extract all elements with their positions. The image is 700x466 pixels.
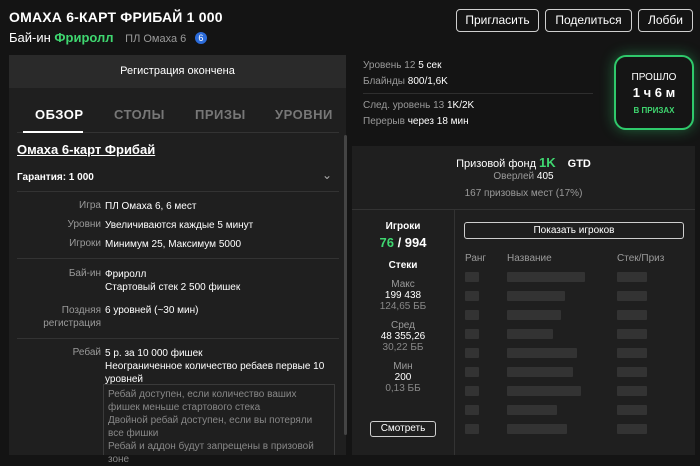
- row-value-rebuy: 5 р. за 10 000 фишек Неограниченное коли…: [105, 348, 325, 385]
- chevron-down-icon[interactable]: ⌄: [322, 168, 332, 182]
- skeleton-cell: [465, 272, 479, 282]
- skeleton-cell: [617, 424, 647, 434]
- row-label-rebuy: Ребай: [72, 347, 101, 358]
- row-label-levels: Уровни: [67, 219, 101, 230]
- skeleton-cell: [465, 348, 479, 358]
- show-players-button[interactable]: Показать игроков: [464, 222, 684, 239]
- skeleton-cell: [507, 348, 577, 358]
- tournament-name: Омаха 6-карт Фрибай: [17, 142, 156, 157]
- skeleton-cell: [617, 405, 647, 415]
- watch-button[interactable]: Смотреть: [370, 421, 436, 437]
- skeleton-cell: [465, 329, 479, 339]
- level-info: Уровень 12 5 сек Блайнды 800/1,6K След. …: [363, 60, 475, 127]
- player-stats: Игроки 76 / 994 Стеки Макс 199 438 124,6…: [352, 221, 454, 394]
- avg-stack: 48 355,26: [380, 331, 426, 342]
- row-value-late-reg: 6 уровней (~30 мин): [105, 305, 199, 316]
- tab-levels[interactable]: УРОВНИ: [275, 107, 333, 122]
- skeleton-cell: [507, 310, 561, 320]
- skeleton-cell: [617, 348, 647, 358]
- row-value-buyin: Фриролл Стартовый стек 2 500 фишек: [105, 269, 241, 293]
- rebuy-note: Ребай доступен, если количество ваших фи…: [103, 384, 335, 465]
- skeleton-cell: [507, 405, 557, 415]
- buyin-line: Бай-ин Фриролл ПЛ Омаха 6 6: [9, 30, 207, 45]
- game-type: ПЛ Омаха 6: [125, 33, 187, 45]
- active-tab-indicator: [23, 131, 83, 133]
- col-rank: Ранг: [465, 253, 487, 264]
- stacks-title: Стеки: [388, 260, 418, 271]
- skeleton-cell: [465, 424, 479, 434]
- divider: [17, 338, 339, 339]
- share-button[interactable]: Поделиться: [545, 9, 632, 32]
- skeleton-cell: [507, 386, 581, 396]
- tournament-info-panel: Регистрация окончена ОБЗОР СТОЛЫ ПРИЗЫ У…: [9, 55, 347, 465]
- min-stack: 200: [394, 372, 412, 383]
- skeleton-cell: [617, 329, 647, 339]
- skeleton-cell: [465, 405, 479, 415]
- players-count: 76 / 994: [379, 235, 427, 250]
- max-stack: 199 438: [384, 290, 422, 301]
- skeleton-cell: [465, 310, 479, 320]
- skeleton-cell: [465, 367, 479, 377]
- registration-status: Регистрация окончена: [9, 55, 346, 88]
- divider: [363, 93, 593, 94]
- prize-places: 167 призовых мест (17%): [464, 188, 583, 199]
- players-title: Игроки: [385, 221, 421, 232]
- row-value-players: Минимум 25, Максимум 5000: [105, 239, 242, 250]
- overlay: Оверлей 405: [493, 171, 554, 182]
- skeleton-cell: [617, 367, 647, 377]
- prize-pool: Призовой фонд 1K GTD: [456, 155, 591, 170]
- seats-badge: 6: [194, 32, 207, 44]
- guarantee: Гарантия: 1 000: [17, 172, 94, 183]
- skeleton-cell: [617, 310, 647, 320]
- skeleton-cell: [507, 367, 573, 377]
- timer-value: 1 ч 6 м: [632, 85, 676, 100]
- skeleton-cell: [465, 291, 479, 301]
- skeleton-cell: [617, 291, 647, 301]
- lobby-button[interactable]: Лобби: [638, 9, 693, 32]
- row-label-game: Игра: [79, 200, 101, 211]
- tab-prizes[interactable]: ПРИЗЫ: [195, 107, 246, 122]
- divider: [454, 209, 455, 455]
- skeleton-cell: [507, 424, 567, 434]
- scrollbar[interactable]: [344, 135, 347, 435]
- row-label-players: Игроки: [69, 238, 101, 249]
- invite-button[interactable]: Пригласить: [456, 9, 539, 32]
- timer-label: ПРОШЛО: [631, 72, 677, 83]
- row-value-levels: Увеличиваются каждые 5 минут: [105, 220, 254, 231]
- skeleton-cell: [507, 272, 585, 282]
- page-title: ОМАХА 6-КАРТ ФРИБАЙ 1 000: [9, 9, 223, 25]
- buyin-value: Фриролл: [54, 30, 114, 45]
- skeleton-cell: [617, 272, 647, 282]
- divider: [17, 191, 339, 192]
- row-label-buyin: Бай-ин: [68, 268, 101, 279]
- tab-tables[interactable]: СТОЛЫ: [114, 107, 165, 122]
- divider: [352, 209, 695, 210]
- skeleton-cell: [465, 386, 479, 396]
- skeleton-cell: [507, 291, 565, 301]
- row-label-late-reg: Поздняя регистрация: [43, 305, 101, 329]
- timer-status: В ПРИЗАХ: [633, 106, 675, 115]
- col-name: Название: [507, 253, 552, 264]
- tab-overview[interactable]: ОБЗОР: [35, 107, 84, 122]
- skeleton-cell: [507, 329, 553, 339]
- col-stack: Стек/Приз: [617, 253, 665, 264]
- buyin-label: Бай-ин: [9, 30, 51, 45]
- skeleton-cell: [617, 386, 647, 396]
- elapsed-timer: ПРОШЛО 1 ч 6 м В ПРИЗАХ: [614, 55, 694, 130]
- divider: [17, 258, 339, 259]
- row-value-game: ПЛ Омаха 6, 6 мест: [105, 201, 197, 212]
